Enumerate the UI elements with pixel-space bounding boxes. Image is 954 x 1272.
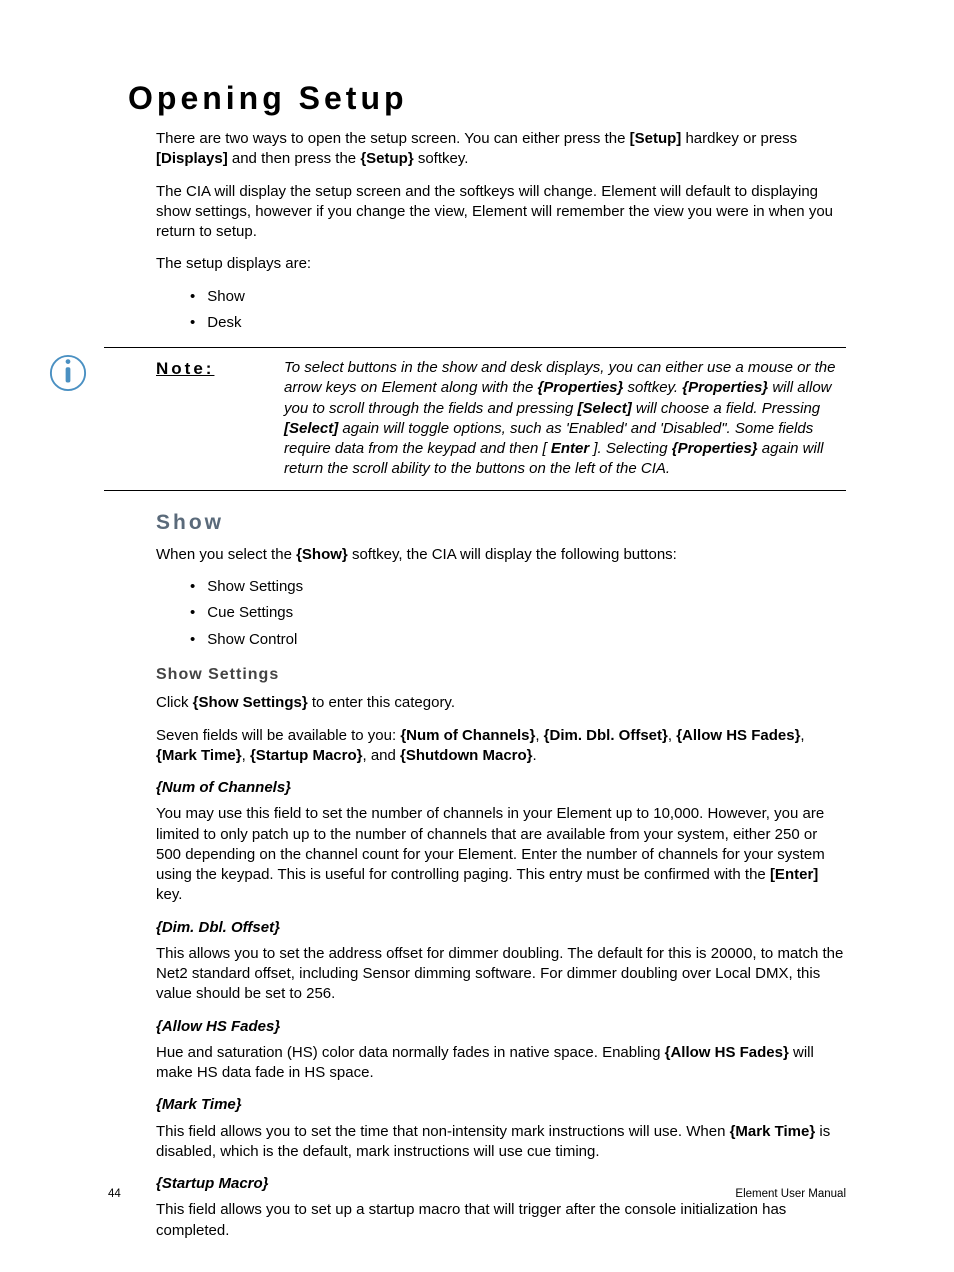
text: There are two ways to open the setup scr… [156, 130, 630, 147]
hardkey-select: [Select] [578, 400, 632, 417]
field-heading-dim-dbl-offset: {Dim. Dbl. Offset} [156, 918, 846, 938]
text: Hue and saturation (HS) color data norma… [156, 1044, 665, 1061]
info-icon [49, 354, 87, 392]
field-num-channels: {Num of Channels} [400, 727, 535, 744]
hardkey-setup: [Setup] [630, 130, 682, 147]
field-mark-time: {Mark Time} [156, 747, 242, 764]
intro-paragraph-1: There are two ways to open the setup scr… [156, 129, 846, 170]
field-heading-allow-hs-fades: {Allow HS Fades} [156, 1017, 846, 1037]
subsection-show-settings-heading: Show Settings [156, 664, 846, 686]
show-buttons-list: Show Settings Cue Settings Show Control [156, 577, 846, 650]
field-shutdown-macro: {Shutdown Macro} [400, 747, 533, 764]
text: softkey. [628, 379, 683, 396]
text: ]. Selecting [593, 440, 671, 457]
softkey-properties: {Properties} [682, 379, 768, 396]
list-item: Show Control [190, 630, 846, 650]
text: , and [362, 747, 400, 764]
text: softkey. [418, 150, 469, 167]
text: hardkey or press [685, 130, 797, 147]
list-item: Desk [190, 313, 846, 333]
field-allow-hs-fades: {Allow HS Fades} [676, 727, 800, 744]
intro-paragraph-2: The CIA will display the setup screen an… [156, 182, 846, 243]
text: , [535, 727, 543, 744]
allow-hs-fades-text: Hue and saturation (HS) color data norma… [156, 1043, 846, 1084]
dim-dbl-offset-text: This allows you to set the address offse… [156, 944, 846, 1005]
hardkey-select: [Select] [284, 420, 338, 437]
field-dim-dbl-offset: {Dim. Dbl. Offset} [544, 727, 668, 744]
softkey-properties: {Properties} [537, 379, 623, 396]
mark-time-text: This field allows you to set the time th… [156, 1122, 846, 1163]
note-label: Note: [156, 358, 256, 480]
text: Seven fields will be available to you: [156, 727, 400, 744]
softkey-show-settings: {Show Settings} [193, 694, 308, 711]
text: key. [156, 886, 182, 903]
list-item: Cue Settings [190, 603, 846, 623]
page-title: Opening Setup [128, 80, 846, 117]
list-item: Show [190, 287, 846, 307]
num-channels-text: You may use this field to set the number… [156, 804, 846, 905]
text: softkey, the CIA will display the follow… [352, 546, 677, 563]
hardkey-displays: [Displays] [156, 150, 228, 167]
text: Click [156, 694, 193, 711]
text: , [800, 727, 804, 744]
show-settings-fields: Seven fields will be available to you: {… [156, 726, 846, 767]
text: and then press the [232, 150, 360, 167]
page-number: 44 [108, 1188, 121, 1200]
intro-paragraph-3: The setup displays are: [156, 254, 846, 274]
section-show-heading: Show [156, 509, 846, 537]
page-footer: 44 Element User Manual [108, 1188, 846, 1200]
note-block: Note: To select buttons in the show and … [104, 347, 846, 491]
hardkey-enter: [Enter] [770, 866, 818, 883]
setup-displays-list: Show Desk [156, 287, 846, 334]
text: . [533, 747, 537, 764]
softkey-setup: {Setup} [360, 150, 413, 167]
text: to enter this category. [312, 694, 455, 711]
field-heading-num-channels: {Num of Channels} [156, 778, 846, 798]
list-item: Show Settings [190, 577, 846, 597]
softkey-allow-hs-fades: {Allow HS Fades} [665, 1044, 789, 1061]
text: You may use this field to set the number… [156, 805, 825, 883]
startup-macro-text: This field allows you to set up a startu… [156, 1200, 846, 1241]
note-text: To select buttons in the show and desk d… [284, 358, 846, 480]
text: This field allows you to set the time th… [156, 1123, 730, 1140]
softkey-mark-time: {Mark Time} [730, 1123, 816, 1140]
show-settings-click: Click {Show Settings} to enter this cate… [156, 693, 846, 713]
field-heading-mark-time: {Mark Time} [156, 1095, 846, 1115]
text: When you select the [156, 546, 296, 563]
text: , [668, 727, 676, 744]
text: , [242, 747, 250, 764]
hardkey-enter: Enter [551, 440, 589, 457]
softkey-properties: {Properties} [672, 440, 758, 457]
softkey-show: {Show} [296, 546, 348, 563]
text: will choose a field. Pressing [636, 400, 820, 417]
manual-title: Element User Manual [735, 1188, 846, 1200]
show-intro: When you select the {Show} softkey, the … [156, 545, 846, 565]
field-startup-macro: {Startup Macro} [250, 747, 363, 764]
